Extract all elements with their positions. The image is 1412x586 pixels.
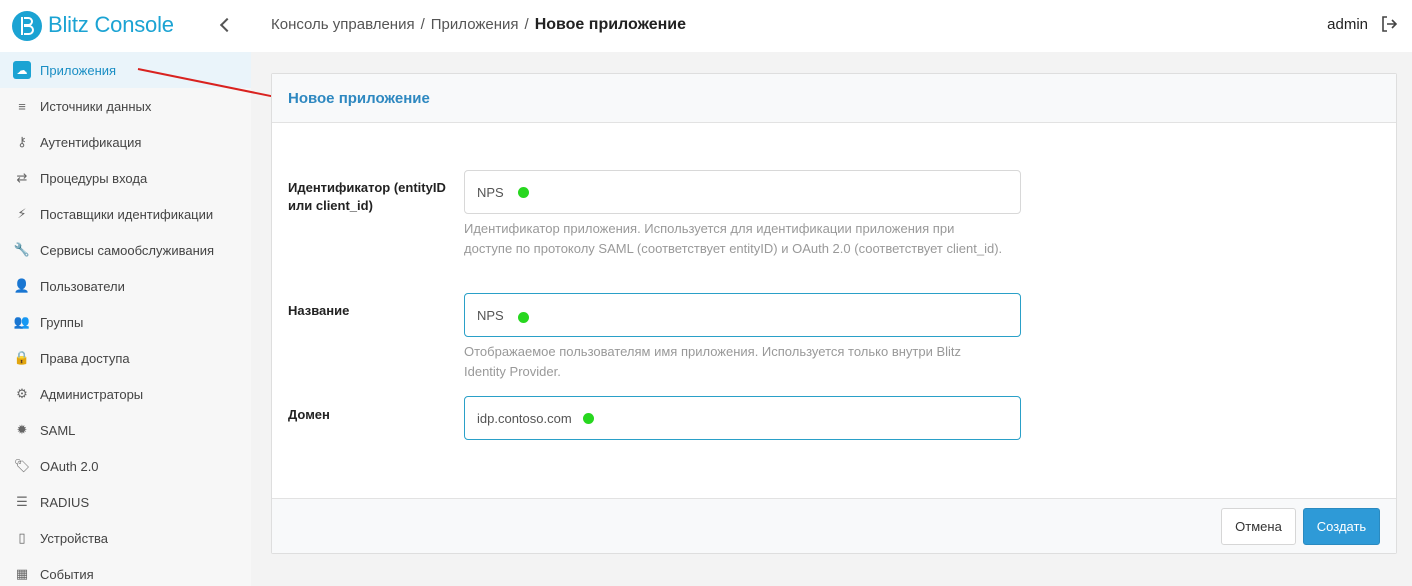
name-label: Название — [288, 303, 350, 318]
calendar-icon: ▦ — [15, 566, 29, 581]
panel-title: Новое приложение — [288, 90, 430, 107]
server-icon: ☰ — [16, 494, 28, 509]
database-icon: ≡ — [18, 98, 26, 114]
collapse-sidebar-chevron-icon[interactable] — [216, 14, 236, 36]
sidebar-item-label: Сервисы самообслуживания — [40, 242, 215, 258]
lock-icon: 🔒 — [13, 350, 31, 365]
sidebar-item-label: Группы — [40, 314, 84, 330]
sidebar-item-12[interactable]: ☰ RADIUS — [0, 484, 251, 520]
sidebar-item-label: Приложения — [40, 62, 117, 78]
sidebar-item-8[interactable]: 🔒 Права доступа — [0, 340, 251, 376]
cloud-icon: ☁ — [13, 61, 31, 79]
logout-icon[interactable] — [1380, 15, 1398, 35]
sidebar-item-4[interactable]: ⚡ Поставщики идентификации — [0, 196, 251, 232]
topbar: Консоль управления / Приложения / Новое прил… — [251, 0, 1412, 52]
breadcrumb-applications-link[interactable]: Приложения — [431, 16, 519, 33]
sidebar-item-9[interactable]: ⚙ Администраторы — [0, 376, 251, 412]
sidebar-item-label: Пользователи — [40, 278, 125, 294]
sidebar-item-label: События — [40, 566, 94, 582]
current-user[interactable]: admin — [1327, 16, 1368, 33]
breadcrumb-separator: / — [420, 16, 425, 33]
name-help: Отображаемое пользователям имя приложени… — [464, 344, 962, 379]
domain-value: idp.contoso.com — [477, 410, 572, 426]
sidebar-item-5[interactable]: 🔧 Сервисы самообслуживания — [0, 232, 251, 268]
sidebar-item-label: Устройства — [40, 530, 109, 546]
sidebar-item-label: Права доступа — [40, 350, 130, 366]
sidebar-item-10[interactable]: ✹ SAML — [0, 412, 251, 448]
domain-label: Домен — [288, 407, 330, 422]
name-input[interactable]: NPS — [464, 293, 1021, 337]
key-icon: ⚷ — [17, 134, 27, 149]
sidebar-item-11[interactable]: 🏷 OAuth 2.0 — [0, 448, 251, 484]
sidebar: Blitz Console ☁ Приложения ≡ Источники данн… — [0, 0, 251, 586]
exchange-icon: ⇄ — [16, 170, 28, 185]
sidebar-item-7[interactable]: 👥 Группы — [0, 304, 251, 340]
users-icon: 👥 — [13, 314, 31, 329]
marker-dot — [517, 186, 529, 198]
tag-icon: 🏷 — [13, 458, 31, 473]
sidebar-item-2[interactable]: ⚷ Аутентификация — [0, 124, 251, 160]
cog-icon: ✹ — [16, 422, 28, 437]
sidebar-item-14[interactable]: ▦ События — [0, 556, 251, 586]
panel-header: Новое приложение — [272, 74, 1396, 123]
blitz-logo-icon — [12, 11, 42, 41]
brand: Blitz Console — [0, 0, 251, 52]
sidebar-item-label: Процедуры входа — [40, 170, 148, 186]
sidebar-item-13[interactable]: ▯ Устройства — [0, 520, 251, 556]
gear-icon: ⚙ — [16, 386, 28, 401]
wrench-icon: 🔧 — [13, 242, 31, 257]
plug-icon: ⚡ — [17, 206, 27, 221]
create-button[interactable]: Создать — [1303, 508, 1380, 545]
sidebar-item-label: RADIUS — [40, 494, 90, 510]
sidebar-item-1[interactable]: ≡ Источники данных — [0, 88, 251, 124]
sidebar-item-label: SAML — [40, 422, 76, 438]
entity-id-input[interactable]: NPS — [464, 170, 1021, 214]
breadcrumb: Консоль управления / Приложения / Новое прил… — [271, 16, 686, 34]
sidebar-item-6[interactable]: 👤 Пользователи — [0, 268, 251, 304]
marker-dot — [517, 311, 529, 323]
entity-id-help: Идентификатор приложения. Используется д… — [464, 221, 1003, 256]
sidebar-item-label: Поставщики идентификации — [40, 206, 214, 222]
sidebar-item-3[interactable]: ⇄ Процедуры входа — [0, 160, 251, 196]
name-value: NPS — [477, 307, 504, 323]
sidebar-item-label: Источники данных — [40, 98, 152, 114]
sidebar-item-label: OAuth 2.0 — [40, 458, 99, 474]
user-icon: 👤 — [13, 278, 31, 293]
cancel-button[interactable]: Отмена — [1221, 508, 1296, 545]
sidebar-item-label: Администраторы — [40, 386, 144, 402]
domain-input[interactable]: idp.contoso.com — [464, 396, 1021, 440]
panel-footer: Отмена Создать — [272, 498, 1396, 553]
mobile-icon: ▯ — [18, 530, 26, 545]
page-title: Новое приложение — [534, 16, 686, 33]
entity-id-label: Идентификатор (entityID или client_id) — [288, 180, 446, 213]
breadcrumb-console-link[interactable]: Консоль управления — [271, 16, 415, 33]
new-application-panel: Новое приложение Идентификатор (entityID… — [271, 73, 1397, 554]
breadcrumb-separator: / — [524, 16, 529, 33]
entity-id-value: NPS — [477, 184, 504, 200]
brand-name: Blitz Console — [48, 12, 174, 37]
sidebar-menu: ☁ Приложения ≡ Источники данных ⚷ Аутентифика… — [0, 52, 251, 586]
sidebar-item-label: Аутентификация — [40, 134, 142, 150]
marker-dot — [582, 412, 594, 424]
